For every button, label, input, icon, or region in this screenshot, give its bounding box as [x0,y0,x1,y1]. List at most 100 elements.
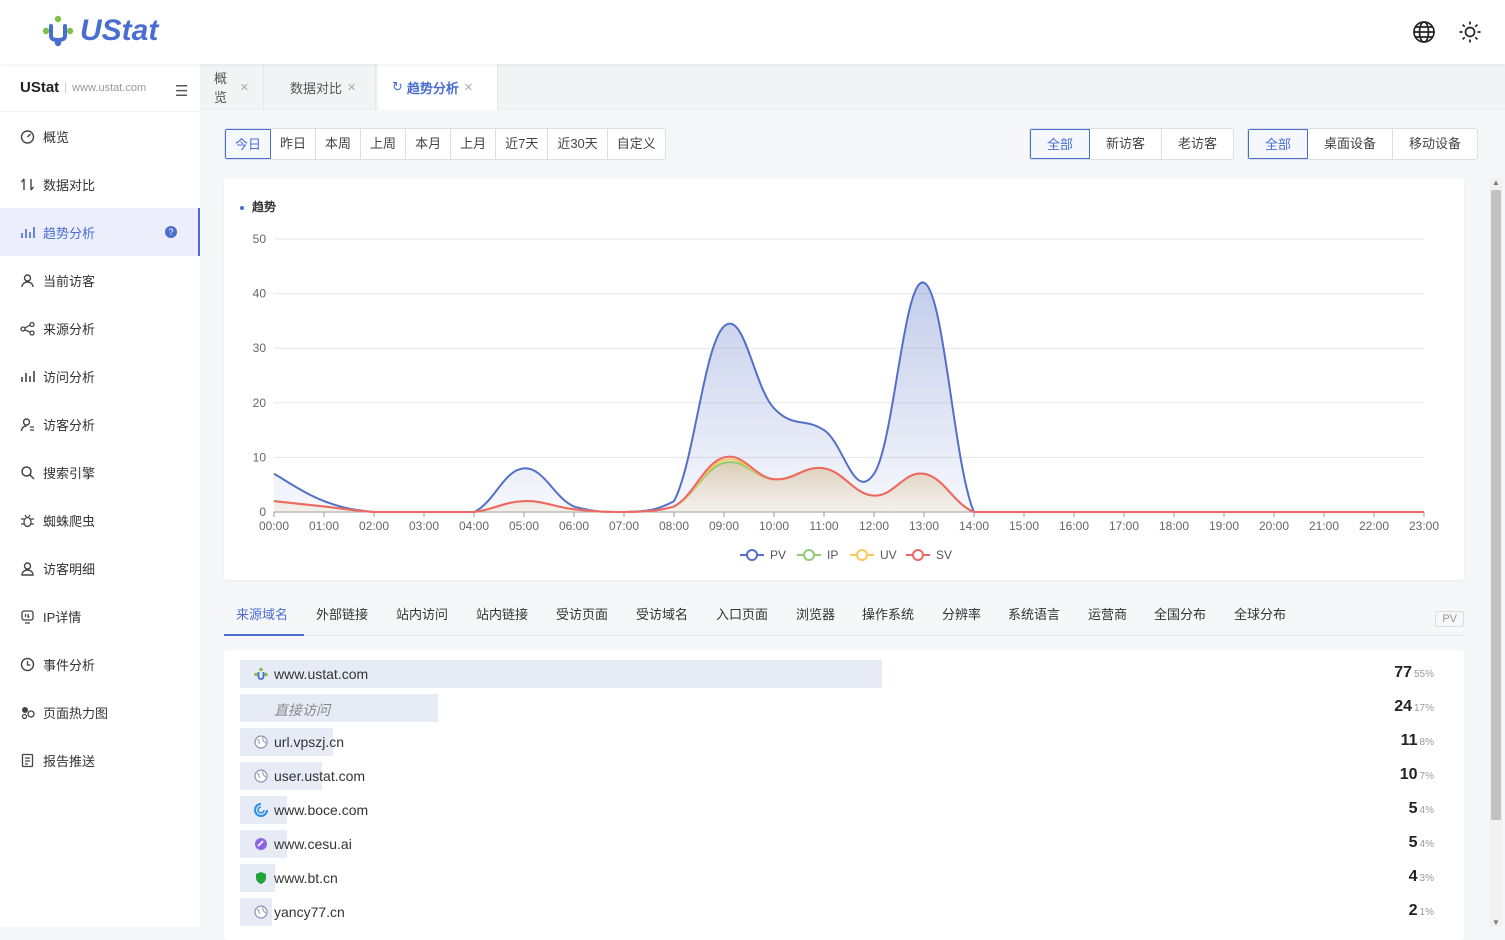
sun-icon[interactable] [1458,20,1482,44]
legend-marker [912,549,924,561]
detail-tab-8[interactable]: 操作系统 [862,604,914,623]
date-range-button-2[interactable]: 本周 [316,129,362,159]
close-icon[interactable]: ✕ [347,81,356,94]
tab-trend[interactable]: ↻ 趋势分析 ✕ [378,64,498,110]
date-range-button-0[interactable]: 今日 [225,129,272,159]
detail-tab-5[interactable]: 受访域名 [636,604,688,623]
source-row[interactable]: www.boce.com 5 4% [240,796,1450,824]
detail-tab-4[interactable]: 受访页面 [556,604,608,623]
sidebar-item-0[interactable]: 概览 [0,112,200,160]
source-row[interactable]: user.ustat.com 10 7% [240,762,1450,790]
search-icon [21,465,35,480]
source-count: 4 [1408,868,1418,885]
detail-tab-2[interactable]: 站内访问 [396,604,448,623]
sidebar-item-8[interactable]: 蜘蛛爬虫 [0,496,200,544]
sidebar-item-10[interactable]: IP详情 [0,592,200,640]
visitor-type-button-0[interactable]: 全部 [1030,129,1091,159]
close-icon[interactable]: ✕ [240,81,249,94]
user-icon [21,273,34,287]
tab-overview[interactable]: 概览 ✕ [200,64,264,110]
source-value: 2 1% [1409,902,1434,920]
close-icon[interactable]: ✕ [464,81,473,94]
sidebar-item-1[interactable]: 数据对比 [0,160,200,208]
site-url: www.ustat.com [72,81,147,94]
source-count: 11 [1400,732,1418,749]
detail-tab-13[interactable]: 全球分布 [1234,604,1286,623]
y-tick-label: 20 [253,396,267,410]
source-row[interactable]: url.vpszj.cn 11 8% [240,728,1450,756]
page-tabs: 概览 ✕ 数据对比 ✕ ↻ 趋势分析 ✕ [200,64,1505,110]
source-row[interactable]: yancy77.cn 2 1% [240,898,1450,926]
sidebar-item-5[interactable]: 访问分析 [0,352,200,400]
sidebar-item-9[interactable]: 访客明细 [0,544,200,592]
sidebar-item-12[interactable]: 页面热力图 [0,688,200,736]
x-tick-label: 04:00 [459,519,489,533]
date-range-button-1[interactable]: 昨日 [271,129,317,159]
visitor-type-button-2[interactable]: 老访客 [1162,129,1233,159]
detail-tab-0[interactable]: 来源域名 [236,604,288,623]
detail-tab-11[interactable]: 运营商 [1088,604,1127,623]
legend-label: SV [936,548,952,562]
sidebar-item-11[interactable]: 事件分析 [0,640,200,688]
metric-badge[interactable]: PV [1435,611,1464,627]
source-label: www.cesu.ai [274,836,352,852]
legend-item-pv[interactable]: PV [740,548,786,562]
active-tab-underline [224,634,304,636]
legend-label: UV [880,548,897,562]
x-tick-label: 05:00 [509,519,539,533]
sidebar-item-3[interactable]: 当前访客 [0,256,200,304]
site-header[interactable]: UStat www.ustat.com [0,64,200,112]
legend-item-sv[interactable]: SV [906,548,952,562]
date-range-button-7[interactable]: 近30天 [548,129,608,159]
menu-toggle-icon[interactable]: ☰ [175,82,188,100]
detail-tab-3[interactable]: 站内链接 [476,604,528,623]
sidebar-item-label: 趋势分析 [43,225,96,241]
x-tick-label: 10:00 [759,519,789,533]
scrollbar[interactable]: ▲ ▼ [1489,178,1503,927]
sidebar-item-13[interactable]: 报告推送 [0,736,200,784]
detail-tab-7[interactable]: 浏览器 [796,604,835,623]
scrollbar-thumb[interactable] [1491,190,1501,820]
date-range-button-5[interactable]: 上月 [451,129,497,159]
detail-tab-12[interactable]: 全国分布 [1154,604,1206,623]
source-count: 2 [1408,902,1418,919]
date-range-button-6[interactable]: 近7天 [496,129,549,159]
sidebar-item-6[interactable]: 访客分析 [0,400,200,448]
date-range-button-4[interactable]: 本月 [406,129,452,159]
detail-tab-1[interactable]: 外部链接 [316,604,368,623]
source-count: 5 [1408,800,1418,817]
source-row[interactable]: www.cesu.ai 5 4% [240,830,1450,858]
scroll-up-icon[interactable]: ▲ [1492,178,1500,187]
date-range-group: 今日 昨日 本周 上周 本月 上月 近7天 近30天 自定义 [224,128,666,160]
globe-icon[interactable] [1412,20,1436,44]
date-range-button-8[interactable]: 自定义 [608,129,665,159]
trend-chart-card: 趋势 0 10 20 30 40 50 00:00 01:00 02:00 03:00 04:00 0… [224,178,1464,580]
detail-tabs: 来源域名 外部链接 站内访问 站内链接 受访页面 受访域名 入口页面 浏览器 操作系统 分辨率 系统… [224,594,1464,636]
legend-item-uv[interactable]: UV [850,548,897,562]
logo[interactable]: UStat [40,14,158,48]
detail-tab-6[interactable]: 入口页面 [716,604,768,623]
top-bar: UStat [0,0,1505,64]
visitor-type-button-1[interactable]: 新访客 [1090,129,1163,159]
detail-tab-10[interactable]: 系统语言 [1008,604,1060,623]
report-icon [21,753,34,767]
detail-tab-9[interactable]: 分辨率 [942,604,981,623]
date-range-button-3[interactable]: 上周 [361,129,407,159]
sidebar-item-4[interactable]: 来源分析 [0,304,200,352]
sidebar-item-7[interactable]: 搜索引擎 [0,448,200,496]
source-row[interactable]: www.ustat.com 77 55% [240,660,1450,688]
legend-item-ip[interactable]: IP [797,548,838,562]
x-tick-label: 02:00 [359,519,389,533]
sidebar-item-2[interactable]: 趋势分析? [0,208,200,256]
source-row[interactable]: www.bt.cn 4 3% [240,864,1450,892]
refresh-icon[interactable]: ↻ [392,79,403,95]
help-icon[interactable]: ? [165,226,177,238]
legend-label: PV [770,548,786,562]
device-type-button-2[interactable]: 移动设备 [1393,129,1477,159]
scroll-down-icon[interactable]: ▼ [1492,918,1500,927]
source-label: www.bt.cn [274,870,338,886]
device-type-button-1[interactable]: 桌面设备 [1308,129,1394,159]
tab-compare[interactable]: 数据对比 ✕ [276,64,376,110]
device-type-button-0[interactable]: 全部 [1248,129,1309,159]
source-row[interactable]: 直接访问 24 17% [240,694,1450,722]
